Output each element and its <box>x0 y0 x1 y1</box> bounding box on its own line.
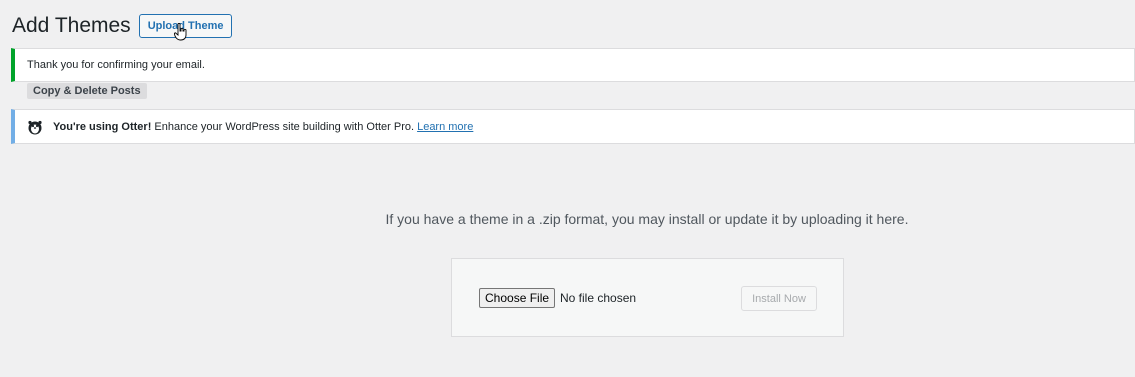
add-themes-page: Add Themes Upload Theme Thank you for co… <box>0 0 1135 377</box>
upload-description: If you have a theme in a .zip format, yo… <box>385 211 909 227</box>
copy-delete-posts-button[interactable]: Copy & Delete Posts <box>27 83 147 99</box>
upload-theme-button[interactable]: Upload Theme <box>138 14 233 41</box>
otter-body-text: Enhance your WordPress site building wit… <box>151 120 415 133</box>
choose-file-button[interactable]: Choose File <box>479 288 556 308</box>
page-title: Add Themes <box>12 14 131 37</box>
upload-theme-form: Choose File No file chosen Install Now <box>451 258 844 337</box>
install-now-button[interactable]: Install Now <box>741 286 817 311</box>
otter-message: You're using Otter! Enhance your WordPre… <box>53 121 473 133</box>
success-message: Thank you for confirming your email. <box>27 59 205 71</box>
email-confirmed-notice: Thank you for confirming your email. <box>11 48 1135 82</box>
otter-logo-icon <box>28 120 42 134</box>
learn-more-link[interactable]: Learn more <box>417 121 473 133</box>
otter-bold-text: You're using Otter! <box>53 120 152 133</box>
page-header: Add Themes Upload Theme <box>12 14 233 41</box>
otter-notice: You're using Otter! Enhance your WordPre… <box>11 109 1135 144</box>
file-status-text: No file chosen <box>560 291 637 305</box>
hand-pointer-icon <box>173 23 187 41</box>
